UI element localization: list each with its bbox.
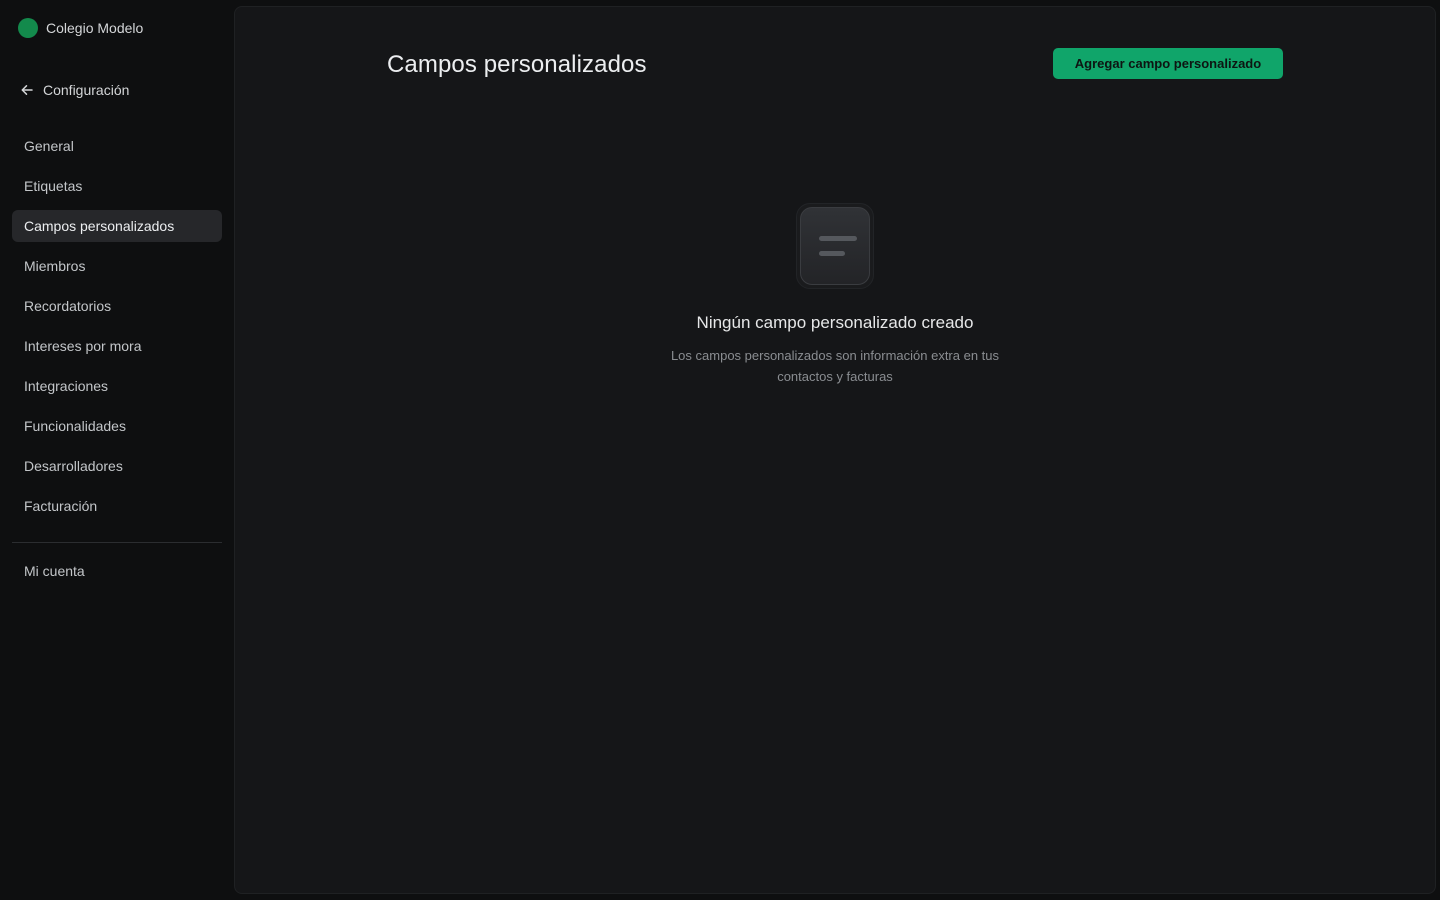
sidebar-item-label: Recordatorios [24,298,112,314]
sidebar-item-label: Etiquetas [24,178,83,194]
sidebar: Colegio Modelo Configuración General Eti… [0,0,234,900]
sidebar-item-integraciones[interactable]: Integraciones [12,370,222,402]
empty-state: Ningún campo personalizado creado Los ca… [635,203,1035,387]
sidebar-item-label: Facturación [24,498,98,514]
sidebar-item-etiquetas[interactable]: Etiquetas [12,170,222,202]
org-name: Colegio Modelo [46,20,144,36]
sidebar-item-label: Integraciones [24,378,109,394]
icon-line [819,251,845,256]
sidebar-item-intereses-por-mora[interactable]: Intereses por mora [12,330,222,362]
add-custom-field-button[interactable]: Agregar campo personalizado [1053,48,1283,79]
sidebar-item-label: Funcionalidades [24,418,126,434]
sidebar-item-recordatorios[interactable]: Recordatorios [12,290,222,322]
sidebar-item-label: Desarrolladores [24,458,123,474]
app-window: Colegio Modelo Configuración General Eti… [0,0,1440,900]
document-lines-icon [796,203,874,289]
sidebar-item-facturacion[interactable]: Facturación [12,490,222,522]
back-to-settings-link[interactable]: Configuración [20,80,129,100]
sidebar-item-label: Campos personalizados [24,218,175,234]
sidebar-item-label: General [24,138,74,154]
sidebar-item-miembros[interactable]: Miembros [12,250,222,282]
sidebar-item-label: Mi cuenta [24,563,85,579]
arrow-left-icon [20,83,34,97]
empty-icon-card [800,207,870,285]
sidebar-item-general[interactable]: General [12,130,222,162]
sidebar-item-funcionalidades[interactable]: Funcionalidades [12,410,222,442]
page-title: Campos personalizados [387,51,647,78]
icon-line [819,236,857,241]
org-switcher[interactable]: Colegio Modelo [18,18,143,38]
empty-state-description: Los campos personalizados son informació… [670,348,1000,384]
sidebar-item-label: Intereses por mora [24,338,142,354]
settings-nav: General Etiquetas Campos personalizados … [12,130,222,530]
main-panel: Campos personalizados Agregar campo pers… [234,6,1436,894]
sidebar-item-mi-cuenta[interactable]: Mi cuenta [12,555,222,587]
sidebar-item-label: Miembros [24,258,86,274]
back-link-label: Configuración [43,82,130,98]
sidebar-item-desarrolladores[interactable]: Desarrolladores [12,450,222,482]
sidebar-item-campos-personalizados[interactable]: Campos personalizados [12,210,222,242]
empty-state-title: Ningún campo personalizado creado [696,313,974,332]
org-avatar [18,18,38,38]
sidebar-divider [12,542,222,543]
